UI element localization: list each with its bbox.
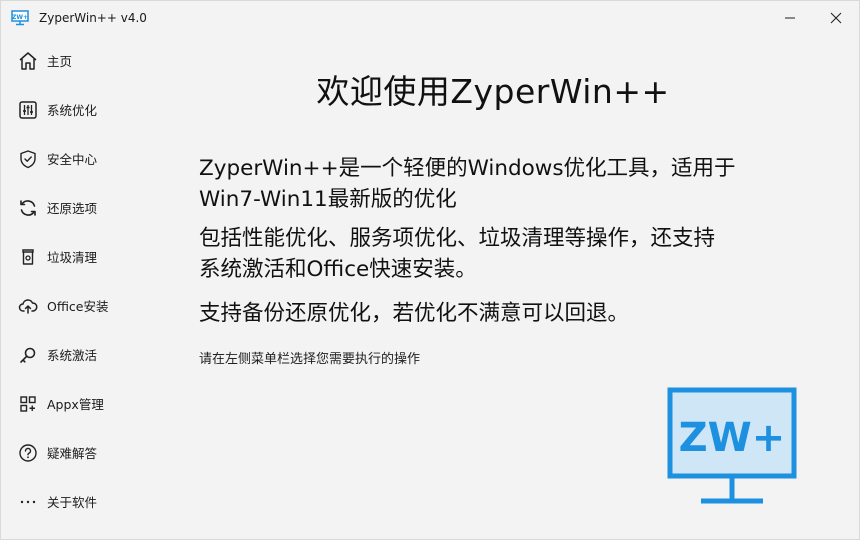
description-block-1: ZyperWin++是一个轻便的Windows优化工具，适用于 Win7-Win…: [199, 153, 819, 215]
sidebar-item-label: Appx管理: [47, 397, 104, 412]
description-line: Win7-Win11最新版的优化: [199, 187, 457, 212]
apps-icon: [17, 393, 39, 415]
sidebar-item-security[interactable]: 安全中心: [9, 134, 159, 183]
window-title: ZyperWin++ v4.0: [39, 11, 147, 25]
sidebar-item-about[interactable]: 关于软件: [9, 477, 159, 526]
key-icon: [17, 344, 39, 366]
sidebar-item-cleanup[interactable]: 垃圾清理: [9, 232, 159, 281]
close-button[interactable]: [813, 1, 859, 35]
sidebar-item-home[interactable]: 主页: [9, 36, 159, 85]
help-icon: [17, 442, 39, 464]
sidebar-item-troubleshoot[interactable]: 疑难解答: [9, 428, 159, 477]
description-line: 支持备份还原优化，若优化不满意可以回退。: [199, 301, 630, 326]
sidebar-item-label: 还原选项: [47, 201, 98, 216]
hint-text: 请在左侧菜单栏选择您需要执行的操作: [199, 352, 421, 367]
app-window: ZW+ ZyperWin++ v4.0 主页 系统优化 安全中心 还原选项 垃圾…: [0, 0, 860, 540]
monitor-logo-icon: ZW+: [667, 387, 797, 504]
description-block-3: 支持备份还原优化，若优化不满意可以回退。: [199, 298, 819, 329]
cloud-upload-icon: [17, 295, 39, 317]
minimize-icon: [785, 17, 795, 19]
sidebar-item-label: 系统激活: [47, 348, 98, 363]
sidebar-item-activation[interactable]: 系统激活: [9, 330, 159, 379]
window-controls: [767, 1, 859, 35]
app-logo-text: ZW+: [12, 14, 28, 21]
title-bar: ZW+ ZyperWin++ v4.0: [1, 1, 859, 35]
app-logo-icon: ZW+: [11, 10, 29, 26]
sliders-icon: [17, 99, 39, 121]
sidebar-item-restore[interactable]: 还原选项: [9, 183, 159, 232]
sidebar-item-label: 安全中心: [47, 152, 98, 167]
zyperwin-logo: ZW+: [667, 387, 799, 509]
more-icon: [17, 491, 39, 513]
page-title: 欢迎使用ZyperWin++: [316, 72, 670, 111]
description-line: 系统激活和Office快速安装。: [199, 257, 477, 282]
main-content: 欢迎使用ZyperWin++ ZyperWin++是一个轻便的Windows优化…: [199, 35, 839, 535]
minimize-button[interactable]: [767, 1, 813, 35]
sidebar-item-label: Office安装: [47, 299, 109, 314]
sidebar-item-label: 系统优化: [47, 103, 98, 118]
description-block-2: 包括性能优化、服务项优化、垃圾清理等操作，还支持 系统激活和Office快速安装…: [199, 223, 819, 285]
sidebar-item-label: 关于软件: [47, 495, 98, 510]
sidebar-item-system-optimize[interactable]: 系统优化: [9, 85, 159, 134]
home-icon: [17, 50, 39, 72]
sidebar-nav: 主页 系统优化 安全中心 还原选项 垃圾清理 Office安装 系统激活 App…: [9, 36, 159, 526]
sidebar-item-appx[interactable]: Appx管理: [9, 379, 159, 428]
shield-icon: [17, 148, 39, 170]
description-line: ZyperWin++是一个轻便的Windows优化工具，适用于: [199, 156, 736, 181]
trash-icon: [17, 246, 39, 268]
sidebar-item-office-install[interactable]: Office安装: [9, 281, 159, 330]
refresh-icon: [17, 197, 39, 219]
description-line: 包括性能优化、服务项优化、垃圾清理等操作，还支持: [199, 226, 716, 251]
sidebar-item-label: 疑难解答: [47, 446, 98, 461]
close-icon: [830, 12, 842, 24]
logo-text: ZW+: [679, 415, 786, 461]
sidebar-item-label: 主页: [47, 54, 73, 69]
sidebar-item-label: 垃圾清理: [47, 250, 98, 265]
